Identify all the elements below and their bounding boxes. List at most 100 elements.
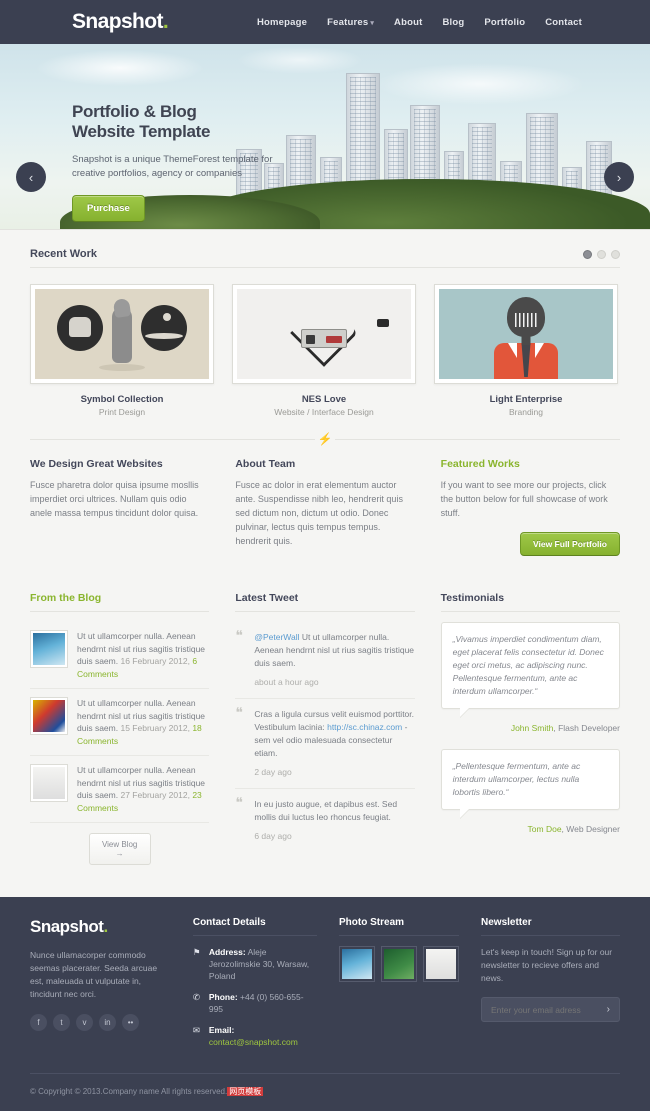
- tweet-text: In eu justo augue, et dapibus est. Sed m…: [254, 798, 414, 843]
- chevron-down-icon: ▾: [370, 19, 375, 27]
- tweet-item: ❝ In eu justo augue, et dapibus est. Sed…: [235, 789, 414, 852]
- intro-columns: We Design Great Websites Fusce pharetra …: [30, 458, 620, 556]
- hero-title-line2: Website Template: [72, 122, 211, 141]
- testimonial-author: John Smith, Flash Developer: [441, 723, 620, 733]
- contact-phone-text: Phone: +44 (0) 560-655-995: [209, 991, 317, 1015]
- footer-widgets: From the Blog Ut ut ullamcorper nulla. A…: [30, 556, 620, 887]
- blog-post-item[interactable]: Ut ut ullamcorper nulla. Aenean hendrnt …: [30, 689, 210, 756]
- symbol-collection-artwork: [35, 289, 209, 379]
- hero-copy: Portfolio & Blog Website Template Snapsh…: [72, 102, 302, 222]
- newsletter-form[interactable]: ›: [481, 997, 620, 1022]
- contact-label: Email:: [208, 1025, 235, 1035]
- twitter-icon[interactable]: t: [53, 1014, 70, 1031]
- nav-label: Features: [327, 16, 369, 28]
- tweet-item: ❝ @PeterWall Ut ut ullamcorper nulla. Ae…: [235, 622, 415, 699]
- contact-row-email: ✉ Email: contact@snapshot.com: [193, 1024, 317, 1048]
- work-thumbnail[interactable]: [434, 284, 618, 384]
- nav-item-portfolio[interactable]: Portfolio: [484, 17, 525, 28]
- hero-title: Portfolio & Blog Website Template: [72, 102, 302, 142]
- column-body: If you want to see more our projects, cl…: [440, 480, 608, 518]
- vimeo-icon[interactable]: v: [76, 1014, 93, 1031]
- logo-text: Snapshot: [72, 10, 163, 33]
- pagination-dot-3[interactable]: [611, 249, 620, 259]
- linkedin-icon[interactable]: in: [99, 1014, 116, 1031]
- contact-email-link[interactable]: contact@snapshot.com: [209, 1037, 298, 1047]
- work-caption: NES Love Website / Interface Design: [232, 394, 416, 417]
- site-header: Snapshot. Homepage Features ▾ About Blog …: [0, 0, 650, 44]
- work-thumbnail[interactable]: [232, 284, 416, 384]
- newsletter-text: Let's keep in touch! Sign up for our new…: [481, 947, 613, 983]
- newsletter-submit-icon[interactable]: ›: [607, 1004, 610, 1015]
- testimonials-widget: Testimonials „Vivamus imperdiet condimen…: [440, 592, 620, 865]
- hero-paragraph: Snapshot is a unique ThemeForest templat…: [72, 154, 273, 179]
- tweet-body: In eu justo augue, et dapibus est. Sed m…: [254, 799, 398, 822]
- photo-stream-item[interactable]: [381, 946, 418, 982]
- nav-item-about[interactable]: About: [394, 17, 422, 28]
- copyright-cn-text: 网页模板: [227, 1087, 264, 1096]
- nav-item-blog[interactable]: Blog: [442, 17, 464, 28]
- column-heading: About Team: [235, 458, 296, 470]
- blog-post-date: 16 February 2012,: [120, 656, 190, 666]
- chevron-right-icon: ›: [616, 169, 622, 185]
- tweet-link[interactable]: http://sc.chinaz.com: [327, 722, 402, 732]
- slider-prev-button[interactable]: ‹: [16, 162, 46, 192]
- nav-item-features[interactable]: Features ▾: [327, 17, 374, 28]
- photostream-heading: Photo Stream: [339, 917, 460, 936]
- view-full-portfolio-button[interactable]: View Full Portfolio: [519, 532, 620, 556]
- contact-heading: Contact Details: [192, 917, 318, 936]
- purchase-button[interactable]: Purchase: [72, 195, 145, 222]
- footer-logo-dot: .: [103, 917, 108, 936]
- site-footer: Snapshot. Nunce ullamacorper commodo see…: [0, 897, 650, 1111]
- blog-post-thumbnail: [30, 630, 68, 668]
- contact-label: Phone:: [208, 992, 238, 1002]
- social-links: f t v in ••: [30, 1014, 171, 1031]
- view-blog-button[interactable]: View Blog →: [88, 833, 151, 865]
- work-subtitle: Website / Interface Design: [274, 407, 374, 417]
- hero-title-line1: Portfolio & Blog: [72, 102, 197, 121]
- blog-post-item[interactable]: Ut ut ullamcorper nulla. Aenean hendrnt …: [30, 622, 210, 689]
- pagination-dot-1[interactable]: [583, 249, 592, 259]
- intro-column-featured: Featured Works If you want to see more o…: [441, 458, 620, 556]
- phone-icon: ✆: [192, 992, 200, 1002]
- pagination-dot-2[interactable]: [597, 249, 606, 259]
- intro-column-design: We Design Great Websites Fusce pharetra …: [30, 458, 209, 556]
- tweet-handle[interactable]: @PeterWall: [254, 632, 299, 642]
- work-caption: Symbol Collection Print Design: [30, 394, 214, 417]
- tweet-text: Cras a ligula cursus velit euismod portt…: [254, 708, 414, 779]
- slider-next-button[interactable]: ›: [604, 162, 634, 192]
- work-subtitle: Print Design: [98, 407, 146, 417]
- tweets-widget-heading: Latest Tweet: [235, 592, 415, 612]
- work-item[interactable]: Symbol Collection Print Design: [30, 284, 214, 417]
- blog-widget-heading: From the Blog: [30, 592, 210, 612]
- photo-stream-item[interactable]: [339, 946, 376, 982]
- testimonial-author-name: John Smith: [510, 723, 554, 733]
- footer-logo[interactable]: Snapshot.: [30, 917, 171, 937]
- work-title: Symbol Collection: [80, 394, 164, 405]
- footer-about-text: Nunce ullamacorper commodo seemas placer…: [30, 950, 158, 999]
- nav-label: Portfolio: [484, 16, 526, 28]
- nav-item-contact[interactable]: Contact: [545, 17, 582, 28]
- column-heading: Featured Works: [440, 458, 520, 470]
- work-item[interactable]: Light Enterprise Branding: [434, 284, 618, 417]
- footer-logo-text: Snapshot: [30, 917, 104, 936]
- footer-contact-column: Contact Details ⚑ Address: Aleje Jerozol…: [192, 917, 318, 1057]
- blog-post-item[interactable]: Ut ut ullamcorper nulla. Aenean hendrnt …: [30, 756, 210, 823]
- facebook-icon[interactable]: f: [30, 1014, 47, 1031]
- testimonial-author-role: , Flash Developer: [553, 723, 620, 733]
- nav-label: Contact: [545, 16, 582, 28]
- site-logo[interactable]: Snapshot.: [72, 10, 169, 34]
- work-title: Light Enterprise: [489, 394, 563, 405]
- work-item[interactable]: NES Love Website / Interface Design: [232, 284, 416, 417]
- work-title: NES Love: [301, 394, 347, 405]
- nav-item-homepage[interactable]: Homepage: [257, 17, 307, 28]
- photo-stream-item[interactable]: [423, 946, 460, 982]
- intro-column-team: About Team Fusce ac dolor in erat elemen…: [235, 458, 414, 556]
- work-thumbnail[interactable]: [30, 284, 214, 384]
- logo-dot: .: [162, 10, 169, 33]
- contact-row-address: ⚑ Address: Aleje Jerozolimskie 30, Warsa…: [193, 946, 317, 982]
- light-enterprise-artwork: [439, 289, 613, 379]
- more-icon[interactable]: ••: [122, 1014, 139, 1031]
- newsletter-email-input[interactable]: [491, 1004, 607, 1015]
- carousel-pagination: [583, 249, 620, 259]
- newsletter-heading: Newsletter: [481, 917, 620, 936]
